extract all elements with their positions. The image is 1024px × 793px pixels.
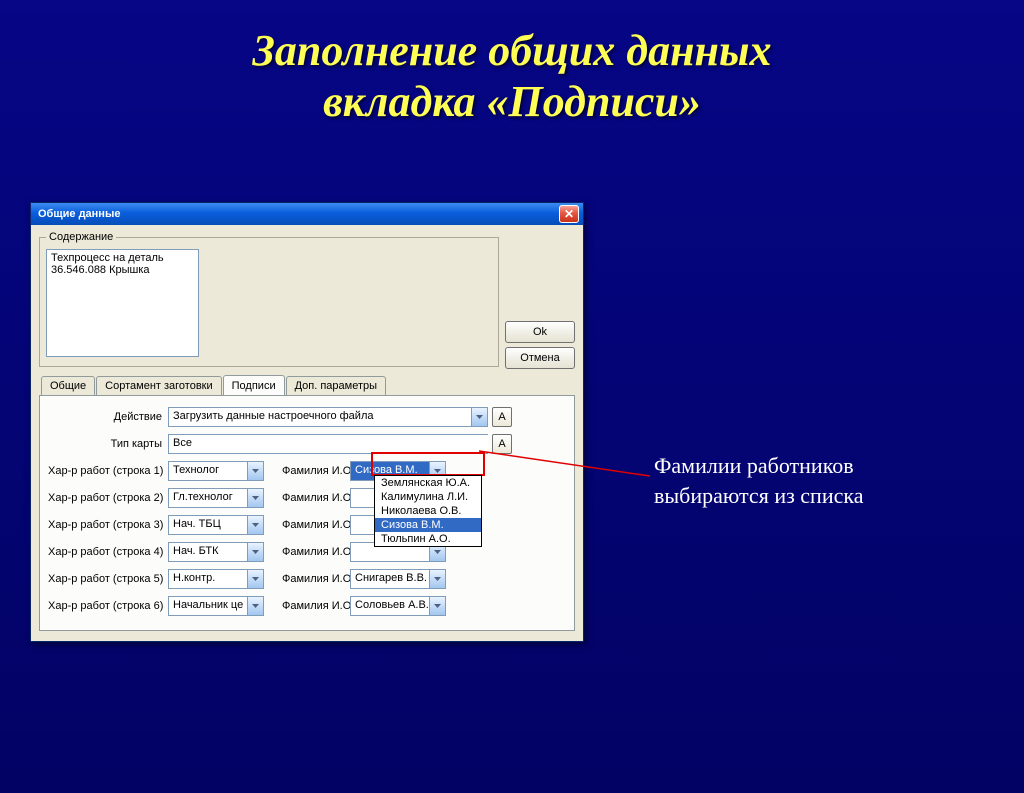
role-combo[interactable]: Гл.технолог xyxy=(168,488,264,508)
surname-label: Фамилия И.О. xyxy=(264,600,350,612)
chevron-down-icon[interactable] xyxy=(247,570,263,588)
callout-line2: выбираются из списка xyxy=(654,483,863,508)
chevron-down-icon[interactable] xyxy=(247,543,263,561)
window-title: Общие данные xyxy=(35,208,559,220)
chevron-down-icon[interactable] xyxy=(247,462,263,480)
chevron-down-icon[interactable] xyxy=(247,597,263,615)
surname-label: Фамилия И.О. xyxy=(264,546,350,558)
surname-value: Снигарев В.В. xyxy=(351,570,429,588)
surname-label: Фамилия И.О. xyxy=(264,465,350,477)
cardtype-label: Тип карты xyxy=(48,438,168,450)
chevron-down-icon[interactable] xyxy=(247,516,263,534)
role-combo[interactable]: Начальник це xyxy=(168,596,264,616)
slide-title-line2: вкладка «Подписи» xyxy=(323,77,701,126)
dropdown-option[interactable]: Николаева О.В. xyxy=(375,504,481,518)
dialog-body: Содержание Ok Отмена Общие Сортамент заг… xyxy=(31,225,583,641)
role-value: Нач. БТК xyxy=(169,543,247,561)
chevron-down-icon[interactable] xyxy=(471,408,487,426)
tab-blank-assortment[interactable]: Сортамент заготовки xyxy=(96,376,221,396)
ok-button[interactable]: Ok xyxy=(505,321,575,343)
action-value: Загрузить данные настроечного файла xyxy=(169,408,471,426)
role-label: Хар-р работ (строка 3) xyxy=(48,519,168,531)
role-value: Начальник це xyxy=(169,597,247,615)
surname-value: Соловьев А.В. xyxy=(351,597,429,615)
slide-title: Заполнение общих данных вкладка «Подписи… xyxy=(0,26,1024,127)
role-combo[interactable]: Нач. БТК xyxy=(168,542,264,562)
slide-title-line1: Заполнение общих данных xyxy=(252,26,771,75)
surname-combo[interactable]: Соловьев А.В. xyxy=(350,596,446,616)
cardtype-combo[interactable]: Все xyxy=(168,434,488,454)
close-button[interactable]: ✕ xyxy=(559,205,579,223)
action-a-button[interactable]: А xyxy=(492,407,512,427)
surname-label: Фамилия И.О. xyxy=(264,519,350,531)
dropdown-option[interactable]: Землянская Ю.А. xyxy=(375,476,481,490)
role-combo[interactable]: Технолог xyxy=(168,461,264,481)
surname-label: Фамилия И.О. xyxy=(264,492,350,504)
chevron-down-icon[interactable] xyxy=(429,597,445,615)
tab-signatures[interactable]: Подписи xyxy=(223,375,285,395)
role-label: Хар-р работ (строка 6) xyxy=(48,600,168,612)
surname-label: Фамилия И.О. xyxy=(264,573,350,585)
contents-textarea[interactable] xyxy=(46,249,199,357)
callout-line1: Фамилии работников xyxy=(654,453,854,478)
role-value: Нач. ТБЦ xyxy=(169,516,247,534)
signature-row: Хар-р работ (строка 4)Нач. БТК Фамилия И.… xyxy=(48,541,566,563)
role-label: Хар-р работ (строка 2) xyxy=(48,492,168,504)
chevron-down-icon[interactable] xyxy=(429,570,445,588)
tabstrip: Общие Сортамент заготовки Подписи Доп. п… xyxy=(39,375,575,395)
cardtype-a-button[interactable]: А xyxy=(492,434,512,454)
chevron-down-icon[interactable] xyxy=(247,489,263,507)
surname-dropdown-list[interactable]: Землянская Ю.А.Калимулина Л.И.Николаева … xyxy=(374,475,482,547)
role-label: Хар-р работ (строка 5) xyxy=(48,573,168,585)
dropdown-option[interactable]: Калимулина Л.И. xyxy=(375,490,481,504)
surname-combo[interactable]: Снигарев В.В. xyxy=(350,569,446,589)
signature-row: Хар-р работ (строка 3)Нач. ТБЦ Фамилия И.… xyxy=(48,514,566,536)
tab-extra-params[interactable]: Доп. параметры xyxy=(286,376,386,396)
role-value: Гл.технолог xyxy=(169,489,247,507)
signature-row: Хар-р работ (строка 2)Гл.технолог Фамилия… xyxy=(48,487,566,509)
general-data-dialog: Общие данные ✕ Содержание Ok Отмена Общи… xyxy=(30,202,584,642)
cardtype-value: Все xyxy=(169,435,488,453)
titlebar[interactable]: Общие данные ✕ xyxy=(31,203,583,225)
contents-groupbox: Содержание xyxy=(39,231,499,367)
role-combo[interactable]: Н.контр. xyxy=(168,569,264,589)
role-combo[interactable]: Нач. ТБЦ xyxy=(168,515,264,535)
signature-row: Хар-р работ (строка 1)Технолог Фамилия И.… xyxy=(48,460,566,482)
signature-row: Хар-р работ (строка 5)Н.контр. Фамилия И.… xyxy=(48,568,566,590)
role-value: Технолог xyxy=(169,462,247,480)
role-label: Хар-р работ (строка 4) xyxy=(48,546,168,558)
action-label: Действие xyxy=(48,411,168,423)
tab-panel-signatures: Действие Загрузить данные настроечного ф… xyxy=(39,395,575,631)
cancel-button[interactable]: Отмена xyxy=(505,347,575,369)
contents-legend: Содержание xyxy=(46,231,116,243)
role-label: Хар-р работ (строка 1) xyxy=(48,465,168,477)
dropdown-option[interactable]: Сизова В.М. xyxy=(375,518,481,532)
callout-text: Фамилии работников выбираются из списка xyxy=(654,451,863,510)
action-combo[interactable]: Загрузить данные настроечного файла xyxy=(168,407,488,427)
close-icon: ✕ xyxy=(564,207,574,221)
role-value: Н.контр. xyxy=(169,570,247,588)
signature-row: Хар-р работ (строка 6)Начальник це Фамили… xyxy=(48,595,566,617)
dropdown-option[interactable]: Тюльпин А.О. xyxy=(375,532,481,546)
tab-common[interactable]: Общие xyxy=(41,376,95,396)
